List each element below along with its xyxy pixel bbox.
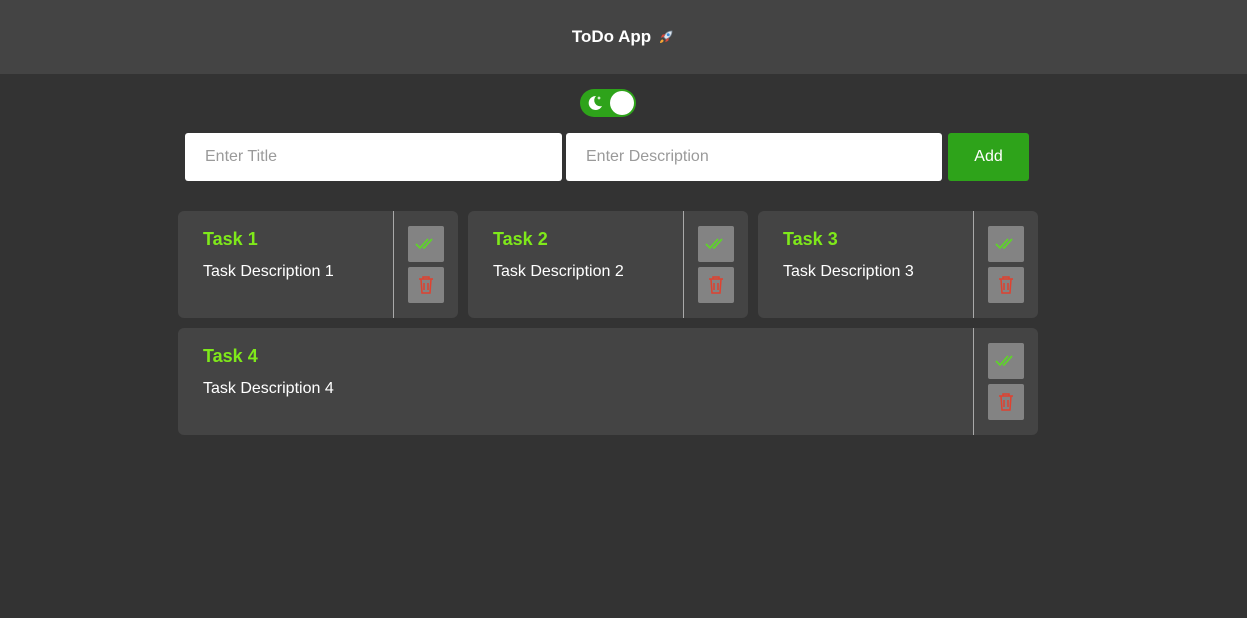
add-button[interactable]: Add [948,133,1029,181]
card-divider [393,211,394,318]
app-title: ToDo App [572,27,675,47]
complete-task-button[interactable] [408,226,444,262]
delete-task-button[interactable] [988,267,1024,303]
title-input[interactable] [185,133,562,181]
task-card: Task 4 Task Description 4 [178,328,1038,435]
task-title: Task 2 [493,229,548,249]
task-title: Task 1 [203,229,258,249]
task-card: Task 3 Task Description 3 [758,211,1038,318]
delete-task-button[interactable] [408,267,444,303]
task-description: Task Description 2 [493,263,624,280]
delete-task-button[interactable] [988,384,1024,420]
task-title: Task 3 [783,229,838,249]
task-title: Task 4 [203,346,258,366]
double-check-icon [995,238,1013,250]
complete-task-button[interactable] [988,343,1024,379]
trash-icon [419,276,433,294]
complete-task-button[interactable] [988,226,1024,262]
trash-icon [999,393,1013,411]
card-divider [683,211,684,318]
app-header: ToDo App [0,0,1247,74]
task-description: Task Description 3 [783,263,914,280]
delete-task-button[interactable] [698,267,734,303]
double-check-icon [415,238,433,250]
task-card: Task 1 Task Description 1 [178,211,458,318]
double-check-icon [705,238,723,250]
task-description: Task Description 4 [203,380,334,397]
rocket-icon [657,28,675,46]
task-description: Task Description 1 [203,263,334,280]
card-divider [973,211,974,318]
moon-icon [585,93,605,113]
app-title-text: ToDo App [571,27,652,46]
description-input[interactable] [566,133,942,181]
trash-icon [999,276,1013,294]
double-check-icon [995,355,1013,367]
toggle-knob[interactable] [610,91,634,115]
complete-task-button[interactable] [698,226,734,262]
theme-toggle[interactable] [580,89,636,117]
trash-icon [709,276,723,294]
card-divider [973,328,974,435]
task-card: Task 2 Task Description 2 [468,211,748,318]
